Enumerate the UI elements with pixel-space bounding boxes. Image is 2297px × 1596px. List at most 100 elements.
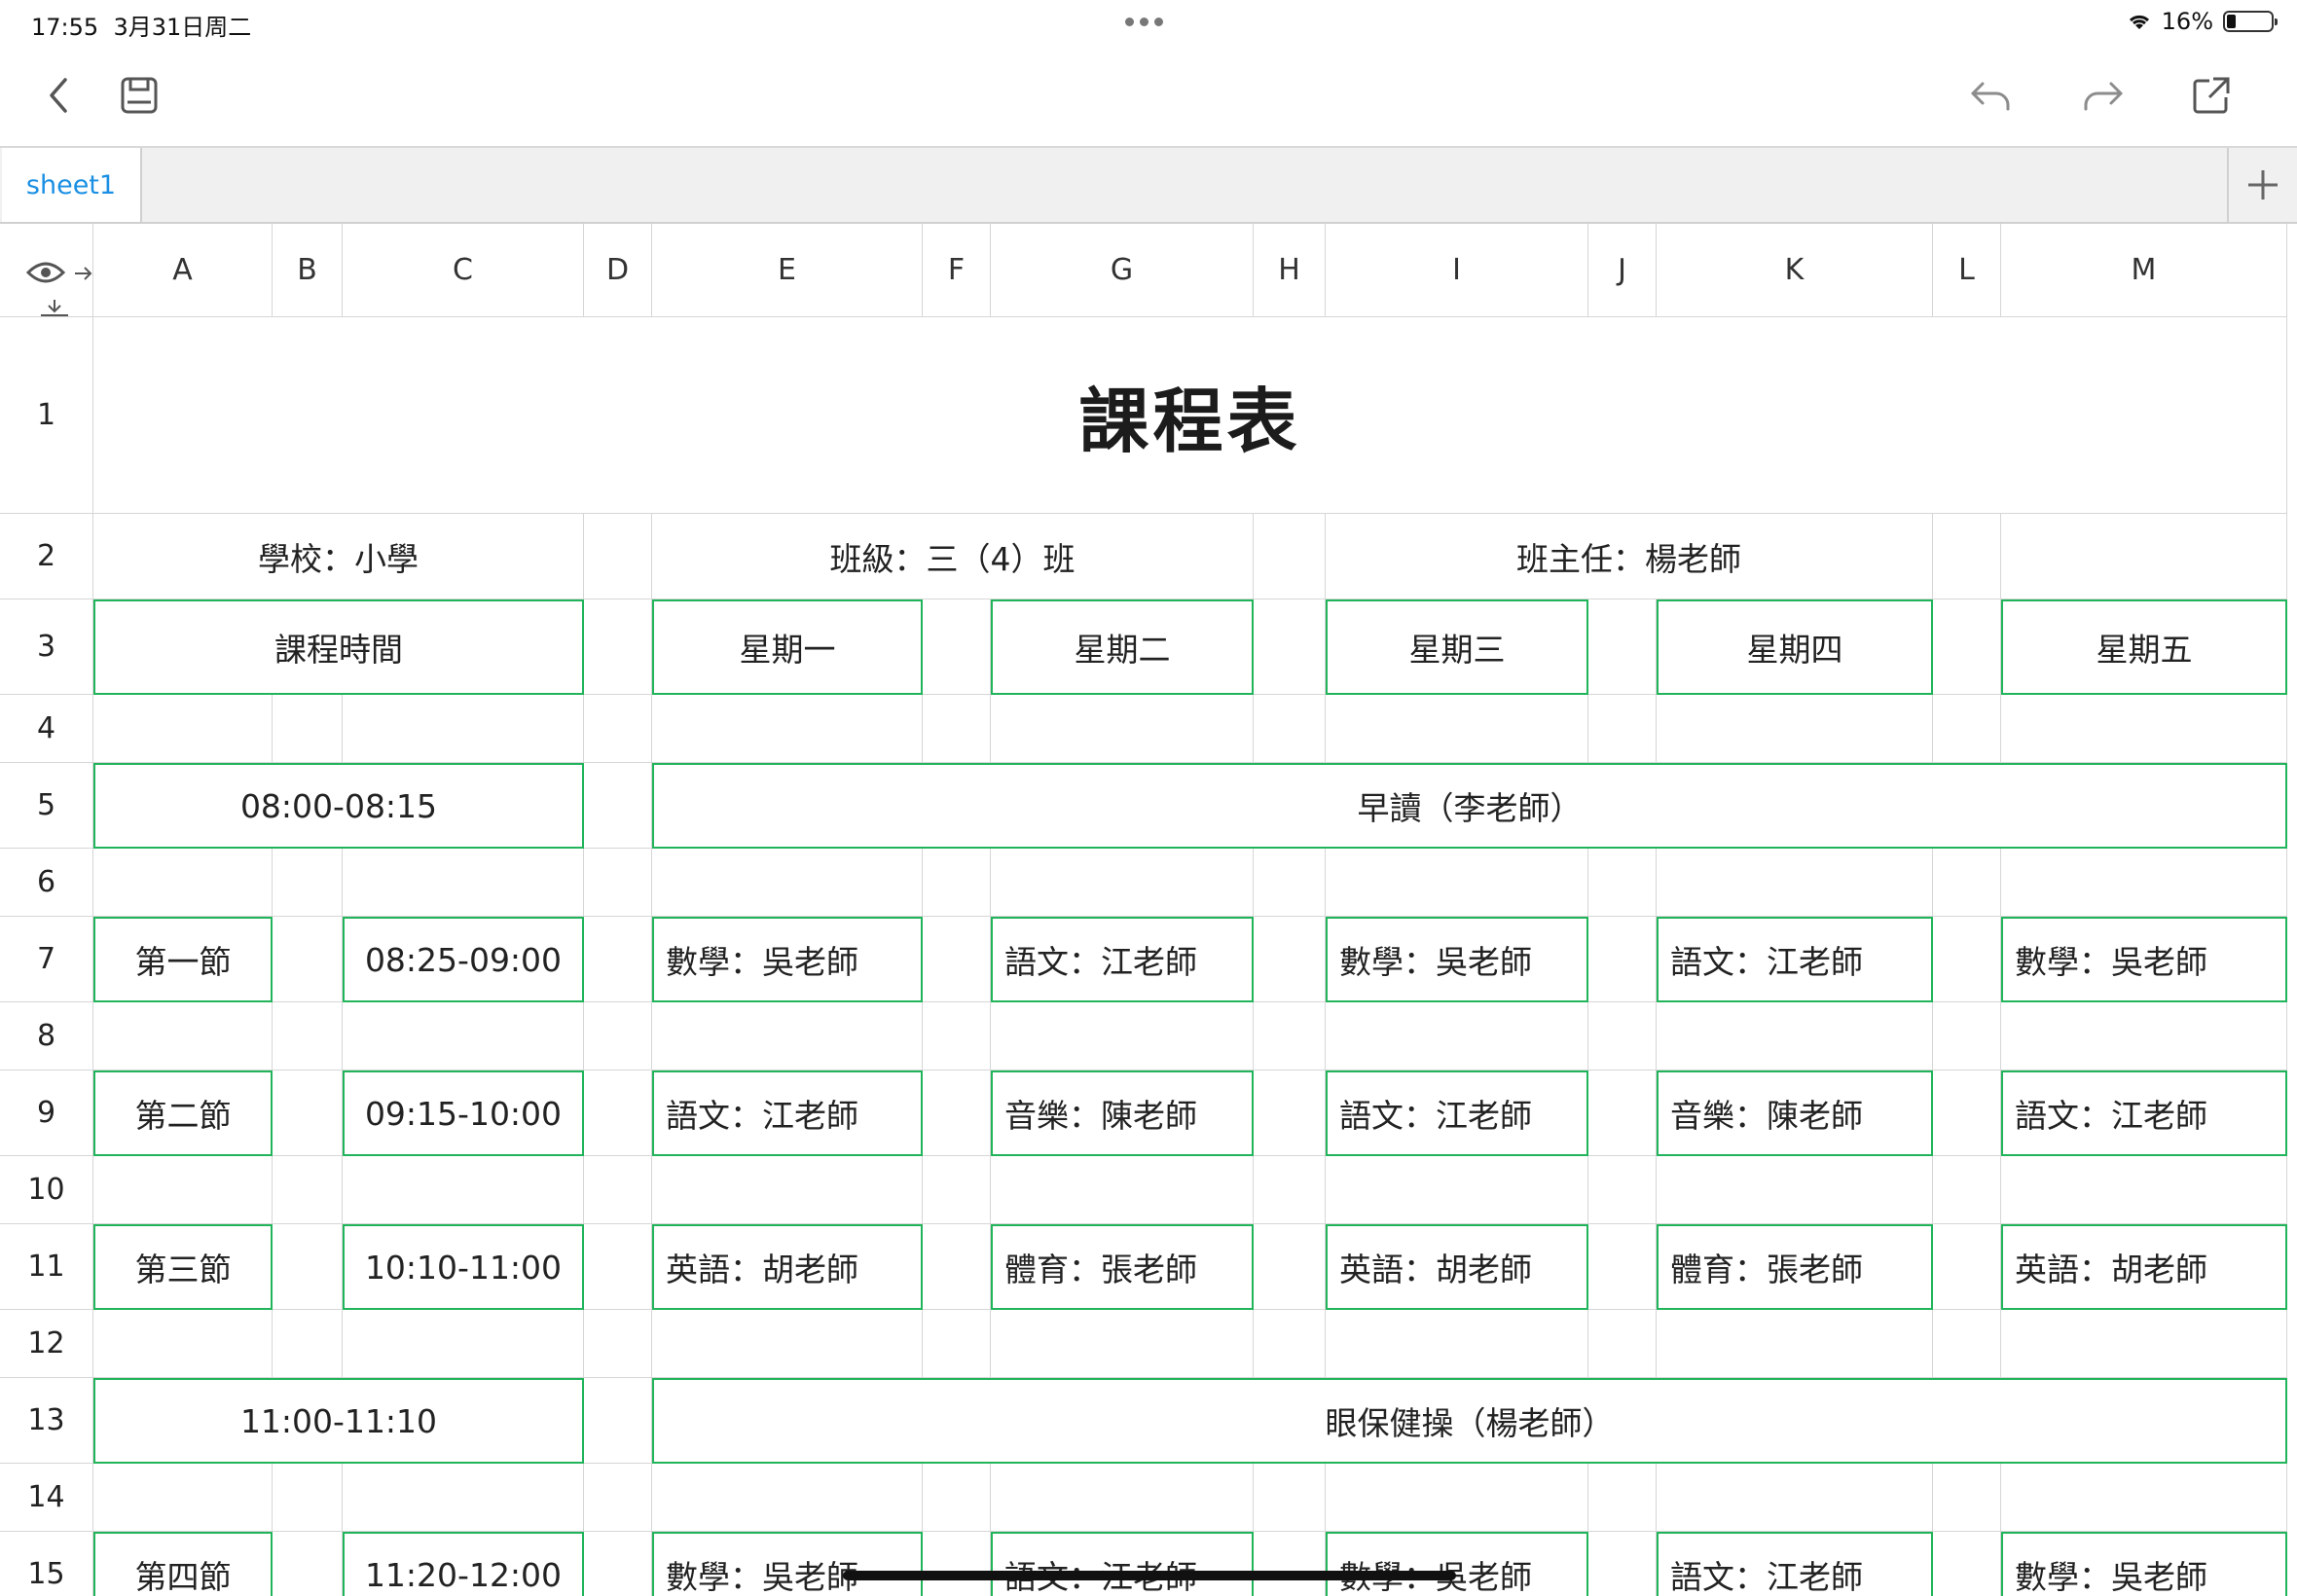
tab-sheet1[interactable]: sheet1 bbox=[2, 148, 142, 222]
empty-cell[interactable] bbox=[2001, 1464, 2287, 1532]
class-cell[interactable]: 語文：江老師 bbox=[1657, 1532, 1933, 1596]
empty-cell[interactable] bbox=[1588, 917, 1657, 1002]
empty-cell[interactable] bbox=[1254, 695, 1326, 763]
empty-cell[interactable] bbox=[1254, 849, 1326, 917]
empty-cell[interactable] bbox=[1326, 1156, 1588, 1224]
empty-cell[interactable] bbox=[343, 1156, 584, 1224]
empty-cell[interactable] bbox=[1254, 1310, 1326, 1378]
empty-cell[interactable] bbox=[93, 1464, 273, 1532]
empty-cell[interactable] bbox=[93, 1156, 273, 1224]
row-header-1[interactable]: 1 bbox=[0, 317, 93, 514]
empty-cell[interactable] bbox=[1254, 1224, 1326, 1310]
empty-cell[interactable] bbox=[1933, 1002, 2001, 1070]
class-cell[interactable]: 數學：吳老師 bbox=[2001, 1532, 2287, 1596]
row-header-4[interactable]: 4 bbox=[0, 695, 93, 763]
empty-cell[interactable] bbox=[2001, 849, 2287, 917]
empty-cell[interactable] bbox=[584, 695, 652, 763]
empty-cell[interactable] bbox=[1933, 917, 2001, 1002]
class-cell[interactable]: 音樂：陳老師 bbox=[991, 1070, 1254, 1156]
class-cell[interactable]: 英語：胡老師 bbox=[2001, 1224, 2287, 1310]
empty-cell[interactable] bbox=[1254, 514, 1326, 599]
empty-cell[interactable] bbox=[343, 849, 584, 917]
empty-cell[interactable] bbox=[584, 1378, 652, 1464]
empty-cell[interactable] bbox=[93, 1310, 273, 1378]
column-header-I[interactable]: I bbox=[1326, 224, 1588, 317]
empty-cell[interactable] bbox=[923, 599, 991, 695]
empty-cell[interactable] bbox=[1588, 1070, 1657, 1156]
column-header-D[interactable]: D bbox=[584, 224, 652, 317]
empty-cell[interactable] bbox=[1933, 1464, 2001, 1532]
column-header-G[interactable]: G bbox=[991, 224, 1254, 317]
empty-cell[interactable] bbox=[1254, 1156, 1326, 1224]
empty-cell[interactable] bbox=[923, 1156, 991, 1224]
class-cell[interactable]: 英語：胡老師 bbox=[1326, 1224, 1588, 1310]
empty-cell[interactable] bbox=[273, 1310, 343, 1378]
empty-cell[interactable] bbox=[584, 1224, 652, 1310]
empty-cell[interactable] bbox=[1588, 849, 1657, 917]
row-header-7[interactable]: 7 bbox=[0, 917, 93, 1002]
empty-cell[interactable] bbox=[273, 1532, 343, 1596]
sheet-title-cell[interactable]: 課程表 bbox=[93, 317, 2287, 514]
empty-cell[interactable] bbox=[923, 849, 991, 917]
empty-cell[interactable] bbox=[1254, 1002, 1326, 1070]
empty-cell[interactable] bbox=[1254, 1070, 1326, 1156]
class-cell[interactable]: 數學：吳老師 bbox=[1326, 1532, 1588, 1596]
empty-cell[interactable] bbox=[273, 917, 343, 1002]
head-teacher-cell[interactable]: 班主任：楊老師 bbox=[1326, 514, 1933, 599]
row-header-12[interactable]: 12 bbox=[0, 1310, 93, 1378]
empty-cell[interactable] bbox=[1326, 1310, 1588, 1378]
empty-cell[interactable] bbox=[584, 1002, 652, 1070]
empty-cell[interactable] bbox=[923, 1224, 991, 1310]
empty-cell[interactable] bbox=[2001, 514, 2287, 599]
empty-cell[interactable] bbox=[343, 695, 584, 763]
empty-cell[interactable] bbox=[93, 1002, 273, 1070]
day-header-cell[interactable]: 星期五 bbox=[2001, 599, 2287, 695]
empty-cell[interactable] bbox=[343, 1002, 584, 1070]
empty-cell[interactable] bbox=[93, 849, 273, 917]
column-header-A[interactable]: A bbox=[93, 224, 273, 317]
column-header-B[interactable]: B bbox=[273, 224, 343, 317]
add-sheet-button[interactable] bbox=[2227, 148, 2297, 222]
morning-activity-cell[interactable]: 早讀（李老師） bbox=[652, 763, 2287, 849]
row-header-14[interactable]: 14 bbox=[0, 1464, 93, 1532]
empty-cell[interactable] bbox=[923, 1002, 991, 1070]
empty-cell[interactable] bbox=[652, 1310, 923, 1378]
empty-cell[interactable] bbox=[1933, 1224, 2001, 1310]
empty-cell[interactable] bbox=[1254, 917, 1326, 1002]
column-header-M[interactable]: M bbox=[2001, 224, 2287, 317]
empty-cell[interactable] bbox=[1933, 1532, 2001, 1596]
row-header-15[interactable]: 15 bbox=[0, 1532, 93, 1596]
day-header-cell[interactable]: 星期二 bbox=[991, 599, 1254, 695]
column-header-C[interactable]: C bbox=[343, 224, 584, 317]
empty-cell[interactable] bbox=[1254, 1532, 1326, 1596]
empty-cell[interactable] bbox=[273, 1070, 343, 1156]
empty-cell[interactable] bbox=[1588, 695, 1657, 763]
empty-cell[interactable] bbox=[273, 1002, 343, 1070]
break-time-cell[interactable]: 11:00-11:10 bbox=[93, 1378, 584, 1464]
period-name-cell[interactable]: 第一節 bbox=[93, 917, 273, 1002]
class-cell[interactable]: 音樂：陳老師 bbox=[1657, 1070, 1933, 1156]
period-time-cell[interactable]: 11:20-12:00 bbox=[343, 1532, 584, 1596]
empty-cell[interactable] bbox=[1933, 1310, 2001, 1378]
empty-cell[interactable] bbox=[1326, 695, 1588, 763]
empty-cell[interactable] bbox=[1326, 1002, 1588, 1070]
empty-cell[interactable] bbox=[923, 1310, 991, 1378]
class-cell[interactable]: 語文：江老師 bbox=[652, 1070, 923, 1156]
empty-cell[interactable] bbox=[1933, 1070, 2001, 1156]
column-header-L[interactable]: L bbox=[1933, 224, 2001, 317]
empty-cell[interactable] bbox=[652, 1464, 923, 1532]
empty-cell[interactable] bbox=[584, 1310, 652, 1378]
empty-cell[interactable] bbox=[1254, 1464, 1326, 1532]
empty-cell[interactable] bbox=[1657, 1002, 1933, 1070]
empty-cell[interactable] bbox=[1588, 1464, 1657, 1532]
row-header-5[interactable]: 5 bbox=[0, 763, 93, 849]
row-header-8[interactable]: 8 bbox=[0, 1002, 93, 1070]
course-time-header-cell[interactable]: 課程時間 bbox=[93, 599, 584, 695]
share-button[interactable] bbox=[2182, 66, 2241, 125]
empty-cell[interactable] bbox=[923, 1070, 991, 1156]
class-cell[interactable]: 語文：江老師 bbox=[991, 917, 1254, 1002]
empty-cell[interactable] bbox=[273, 1464, 343, 1532]
break-activity-cell[interactable]: 眼保健操（楊老師） bbox=[652, 1378, 2287, 1464]
row-header-13[interactable]: 13 bbox=[0, 1378, 93, 1464]
undo-button[interactable] bbox=[1962, 66, 2021, 125]
